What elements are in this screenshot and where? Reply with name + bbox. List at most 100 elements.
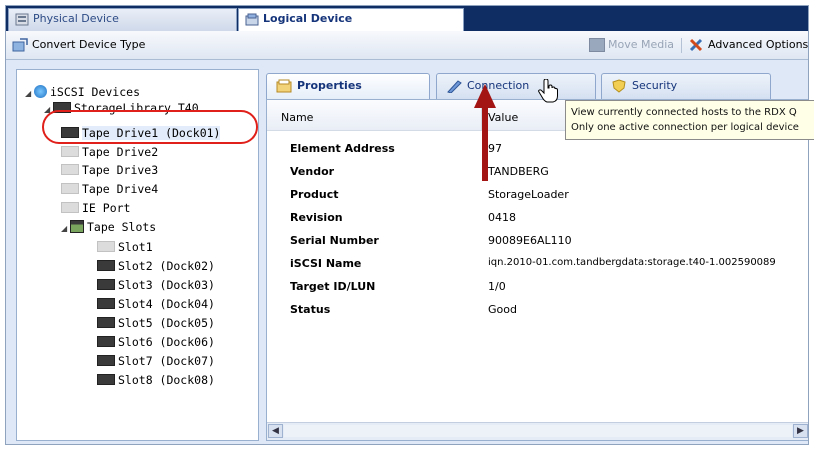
tree-node-tape-slots[interactable]: ◢ Tape Slots [61,218,156,236]
tree-node-slot1[interactable]: Slot1 [97,238,153,256]
horizontal-scrollbar[interactable]: ◀ ▶ [267,422,808,440]
tape-drive-icon [61,164,79,175]
column-header-value[interactable]: Value [488,111,518,124]
tree-node-ie-port[interactable]: IE Port [61,199,130,217]
tree-node-slot8[interactable]: Slot8 (Dock08) [97,371,215,389]
slot-icon [97,355,115,366]
slot-icon [97,336,115,347]
tab-physical-device-label: Physical Device [33,12,119,25]
tab-security[interactable]: Security [601,73,771,99]
scrollbar-track[interactable] [284,425,792,437]
tab-logical-device[interactable]: Logical Device [238,8,464,31]
table-row: Product StorageLoader [267,184,808,207]
annotation-arrow [482,105,488,181]
highlight-circle [42,110,258,144]
tree-node-slot5[interactable]: Slot5 (Dock05) [97,314,215,332]
scroll-left-icon[interactable]: ◀ [268,424,283,438]
tree-node-label: Slot2 (Dock02) [118,259,215,273]
connection-icon [447,80,462,93]
connection-tooltip: View currently connected hosts to the RD… [565,100,814,140]
property-value: 90089E6AL110 [488,234,572,247]
property-name: Product [290,188,339,201]
physical-device-icon [15,13,29,26]
tree-node-label: Slot1 [118,240,153,254]
properties-panel: Name Value Element Address 97 Vendor TAN… [266,99,808,441]
table-row: Status Good [267,299,808,322]
convert-device-type-button[interactable]: Convert Device Type [12,38,145,52]
tape-drive-icon [61,146,79,157]
property-value: 1/0 [488,280,506,293]
toolbar: Convert Device Type Move Media Advanced … [6,31,808,60]
tree-node-label: IE Port [82,201,131,215]
tree-node-label: Slot4 (Dock04) [118,297,215,311]
iscsi-globe-icon [34,85,47,98]
tree-node-slot7[interactable]: Slot7 (Dock07) [97,352,215,370]
tape-slots-icon [70,220,84,233]
property-name: Status [290,303,331,316]
table-row: iSCSI Name iqn.2010-01.com.tandbergdata:… [267,253,808,276]
property-name: Serial Number [290,234,379,247]
tree-node-label: Tape Drive2 [82,145,159,159]
tree-node-label: Slot8 (Dock08) [118,373,215,387]
table-row: Revision 0418 [267,207,808,230]
tree-node-tape-drive4[interactable]: Tape Drive4 [61,180,158,198]
property-name: Vendor [290,165,335,178]
tab-properties-label: Properties [297,79,362,92]
tree-node-slot4[interactable]: Slot4 (Dock04) [97,295,215,313]
property-name: Revision [290,211,343,224]
tree-node-label: Slot7 (Dock07) [118,354,215,368]
expand-arrow-icon[interactable]: ◢ [25,85,34,103]
shield-icon [612,79,626,93]
tab-properties[interactable]: Properties [266,73,430,99]
move-media-button[interactable]: Move Media [589,38,674,52]
property-value: 97 [488,142,502,155]
tab-connection[interactable]: Connection [436,73,596,99]
slot-icon [97,317,115,328]
tree-node-label: Slot5 (Dock05) [118,316,215,330]
table-row: Element Address 97 [267,138,808,161]
tab-physical-device[interactable]: Physical Device [8,8,237,31]
hand-cursor-icon [538,79,558,103]
advanced-options-label: Advanced Options [708,38,809,51]
tab-security-label: Security [632,79,678,92]
slot-icon [97,260,115,271]
property-value: StorageLoader [488,188,569,201]
app-window: Physical Device Logical Device Convert D… [5,5,809,445]
property-name: Target ID/LUN [290,280,376,293]
table-row: Vendor TANDBERG [267,161,808,184]
tree-node-label: Slot6 (Dock06) [118,335,215,349]
tools-icon [689,38,703,52]
toolbar-divider [681,38,682,53]
tab-logical-device-label: Logical Device [263,12,353,25]
slot-icon [97,279,115,290]
advanced-options-button[interactable]: Advanced Options [689,38,808,52]
tree-node-label: Tape Drive4 [82,182,159,196]
property-name: Element Address [290,142,395,155]
scroll-right-icon[interactable]: ▶ [793,424,808,438]
tree-node-label: Slot3 (Dock03) [118,278,215,292]
properties-icon [276,79,292,93]
tree-node-tape-drive3[interactable]: Tape Drive3 [61,161,158,179]
tape-drive-icon [61,183,79,194]
slot-icon [97,374,115,385]
tree-node-tape-drive2[interactable]: Tape Drive2 [61,143,158,161]
tree-node-slot6[interactable]: Slot6 (Dock06) [97,333,215,351]
property-value: Good [488,303,517,316]
tree-node-label: iSCSI Devices [50,85,141,99]
ie-port-icon [61,202,79,213]
property-name: iSCSI Name [290,257,362,270]
slot-icon [97,298,115,309]
tree-node-label: Tape Drive3 [82,163,159,177]
tree-node-slot2[interactable]: Slot2 (Dock02) [97,257,215,275]
property-value: 0418 [488,211,516,224]
expand-arrow-icon[interactable]: ◢ [61,220,70,238]
move-media-icon [589,38,605,52]
column-header-name[interactable]: Name [281,111,313,124]
tooltip-line: View currently connected hosts to the RD… [571,107,797,118]
convert-icon [12,38,28,52]
main-tab-strip: Physical Device Logical Device [6,6,808,31]
tree-node-slot3[interactable]: Slot3 (Dock03) [97,276,215,294]
property-value: TANDBERG [488,165,549,178]
table-row: Serial Number 90089E6AL110 [267,230,808,253]
logical-device-icon [245,13,259,26]
